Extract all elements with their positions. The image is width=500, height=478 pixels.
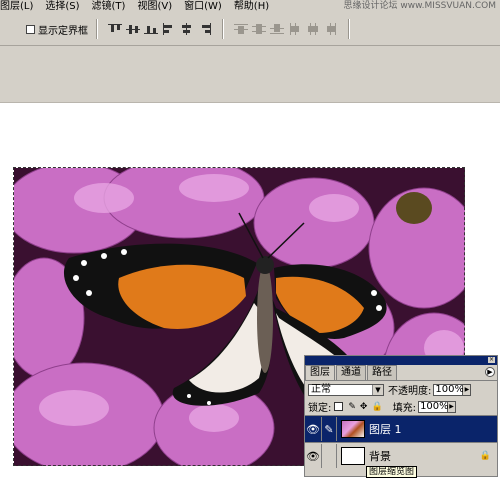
close-icon[interactable]: × bbox=[488, 357, 495, 363]
fill-label: 填充: bbox=[392, 403, 417, 414]
distribute-bottom-icon[interactable] bbox=[270, 23, 284, 35]
opacity-label: 不透明度: bbox=[388, 386, 432, 397]
menu-filter[interactable]: 滤镜(T) bbox=[92, 0, 126, 13]
lock-paint-icon[interactable]: ✎ bbox=[348, 402, 356, 412]
brush-icon: ✎ bbox=[322, 417, 337, 441]
layer-name[interactable]: 背景 bbox=[369, 448, 391, 464]
distribute-right-icon[interactable] bbox=[324, 23, 338, 35]
separator bbox=[222, 19, 224, 39]
tab-paths[interactable]: 路径 bbox=[367, 365, 397, 380]
tooltip: 图层缩览图 bbox=[366, 466, 418, 478]
distribute-top-icon[interactable] bbox=[234, 23, 248, 35]
layer-row[interactable]: 👁 背景 🔒 bbox=[305, 442, 497, 469]
blend-mode-select[interactable]: 正常 ▼ bbox=[308, 383, 384, 396]
menu-window[interactable]: 窗口(W) bbox=[184, 0, 222, 13]
opacity-arrow-icon[interactable]: ▶ bbox=[463, 383, 472, 396]
options-bar: 显示定界框 bbox=[0, 13, 500, 46]
show-bounding-box-checkbox[interactable]: 显示定界框 bbox=[26, 22, 88, 37]
lock-icon: 🔒 bbox=[479, 451, 491, 461]
align-hcenter-icon[interactable] bbox=[180, 23, 194, 35]
align-top-icon[interactable] bbox=[108, 23, 122, 35]
lock-transparency-icon[interactable] bbox=[334, 402, 344, 411]
distribute-vcenter-icon[interactable] bbox=[252, 23, 266, 35]
eye-icon[interactable]: 👁 bbox=[305, 417, 322, 441]
align-left-icon[interactable] bbox=[162, 23, 176, 35]
link-slot bbox=[322, 444, 337, 468]
distribute-left-icon[interactable] bbox=[288, 23, 302, 35]
show-bounding-box-label: 显示定界框 bbox=[38, 25, 88, 37]
fill-arrow-icon[interactable]: ▶ bbox=[448, 400, 457, 413]
chevron-down-icon[interactable]: ▼ bbox=[372, 384, 383, 395]
separator bbox=[348, 19, 350, 39]
menu-help[interactable]: 帮助(H) bbox=[234, 0, 269, 13]
align-vcenter-icon[interactable] bbox=[126, 23, 140, 35]
distribute-hcenter-icon[interactable] bbox=[306, 23, 320, 35]
menu-layer[interactable]: 图层(L) bbox=[0, 0, 33, 13]
panel-tabs: 图层 通道 路径 ▶ bbox=[305, 365, 497, 381]
layer-name[interactable]: 图层 1 bbox=[369, 421, 402, 437]
layer-row[interactable]: 👁 ✎ 图层 1 bbox=[305, 415, 497, 442]
checkbox-box[interactable] bbox=[26, 24, 35, 34]
layers-panel: × 图层 通道 路径 ▶ 正常 ▼ 不透明度: 100% ▶ 锁定: ✎ ✥ 🔒… bbox=[304, 355, 498, 477]
tab-layers[interactable]: 图层 bbox=[305, 365, 335, 380]
menu-select[interactable]: 选择(S) bbox=[45, 0, 79, 13]
blend-mode-value: 正常 bbox=[311, 383, 331, 395]
lock-fill-row: 锁定: ✎ ✥ 🔒 填充: 100% ▶ bbox=[305, 398, 497, 415]
separator bbox=[96, 19, 98, 39]
align-bottom-icon[interactable] bbox=[144, 23, 158, 35]
layer-thumbnail[interactable] bbox=[341, 447, 365, 465]
panel-titlebar[interactable]: × bbox=[305, 356, 497, 365]
lock-move-icon[interactable]: ✥ bbox=[360, 402, 368, 412]
lock-label: 锁定: bbox=[308, 403, 332, 414]
menu-bar: 图层(L) 选择(S) 滤镜(T) 视图(V) 窗口(W) 帮助(H) 思缘设计… bbox=[0, 0, 500, 13]
eye-icon[interactable]: 👁 bbox=[305, 444, 322, 468]
blend-opacity-row: 正常 ▼ 不透明度: 100% ▶ bbox=[305, 381, 497, 398]
opacity-input[interactable]: 100% bbox=[433, 383, 464, 396]
menu-view[interactable]: 视图(V) bbox=[137, 0, 172, 13]
layer-thumbnail[interactable] bbox=[341, 420, 365, 438]
lock-all-icon[interactable]: 🔒 bbox=[371, 402, 382, 412]
fill-input[interactable]: 100% bbox=[418, 400, 449, 413]
palette-well-area bbox=[0, 46, 500, 103]
tab-channels[interactable]: 通道 bbox=[336, 365, 366, 380]
align-right-icon[interactable] bbox=[198, 23, 212, 35]
panel-menu-icon[interactable]: ▶ bbox=[485, 367, 495, 377]
watermark-text: 思缘设计论坛 www.MISSVUAN.COM bbox=[343, 1, 496, 11]
